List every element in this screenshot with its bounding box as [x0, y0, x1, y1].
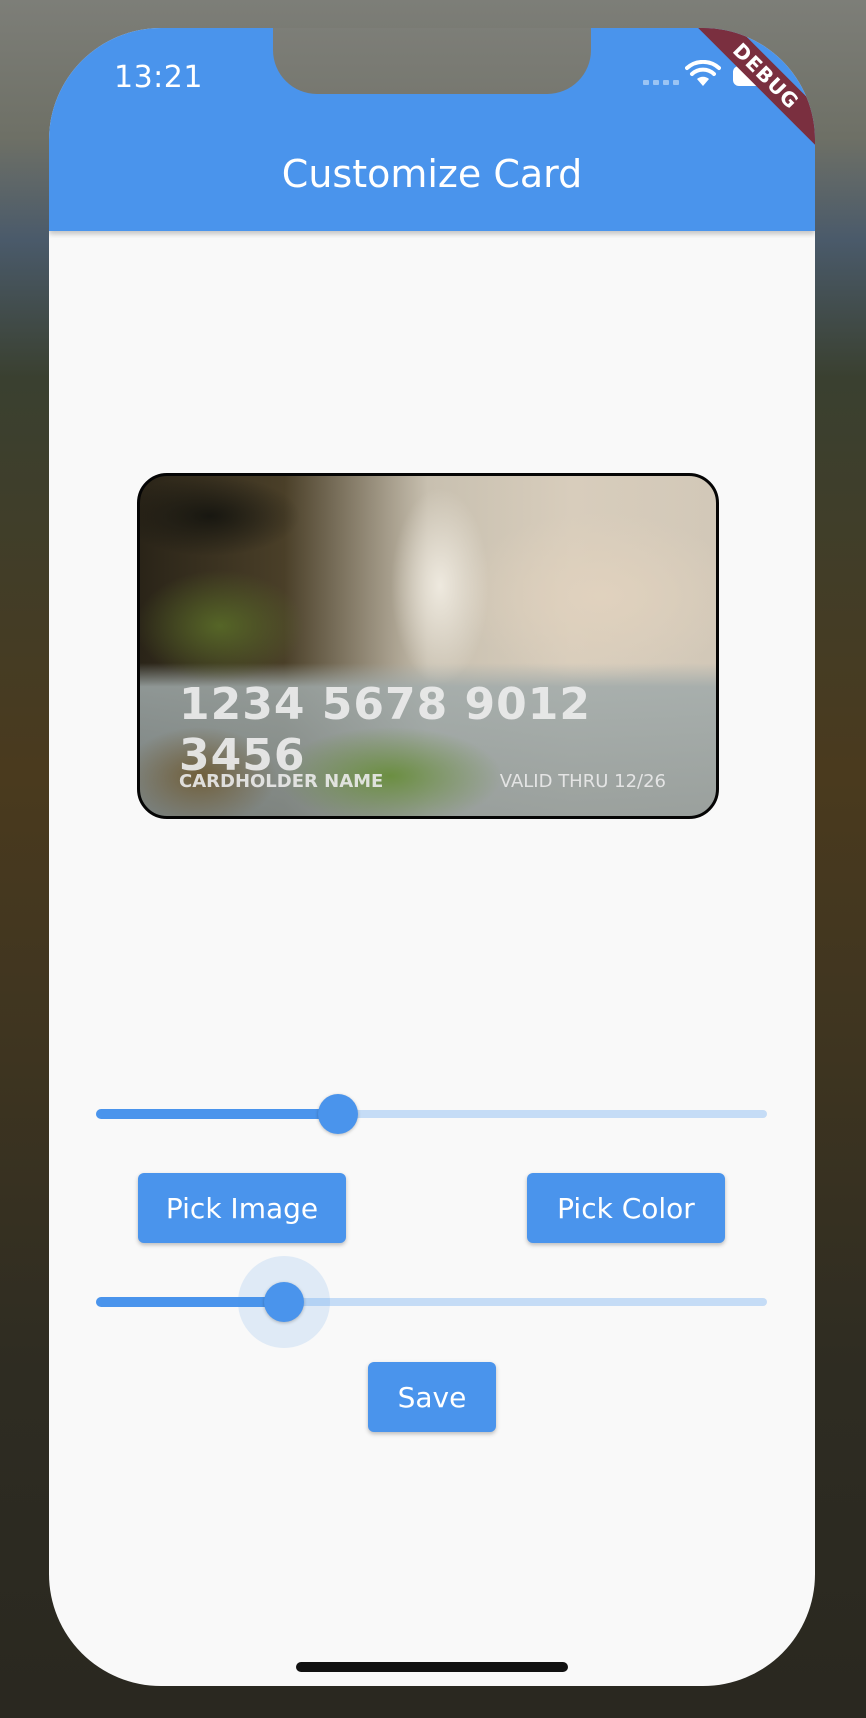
cellular-signal-icon: [643, 80, 679, 85]
slider-thumb[interactable]: [263, 1282, 304, 1322]
pick-image-button[interactable]: Pick Image: [138, 1173, 346, 1243]
status-time: 13:21: [114, 60, 203, 95]
card-number: 1234 5678 9012 3456: [179, 679, 592, 781]
home-indicator: [296, 1662, 568, 1672]
cardholder-name: CARDHOLDER NAME: [179, 771, 384, 792]
slider-fill: [96, 1109, 338, 1119]
save-button[interactable]: Save: [368, 1362, 496, 1432]
card-slider-top[interactable]: [96, 1094, 767, 1134]
card-slider-bottom[interactable]: [96, 1256, 767, 1348]
debug-banner: DEBUG: [688, 28, 815, 154]
phone-screen: 13:21 DEBUG Customize Card 1234 5678 901…: [49, 28, 815, 1686]
pick-color-button[interactable]: Pick Color: [527, 1173, 725, 1243]
app-bar: 13:21 DEBUG Customize Card: [49, 28, 815, 231]
page-title: Customize Card: [281, 152, 583, 196]
card-valid-thru: VALID THRU 12/26: [499, 771, 666, 792]
card-preview: 1234 5678 9012 3456 CARDHOLDER NAME VALI…: [137, 473, 719, 819]
slider-thumb[interactable]: [317, 1094, 358, 1134]
wifi-icon: [685, 60, 721, 86]
device-notch: [273, 28, 591, 94]
